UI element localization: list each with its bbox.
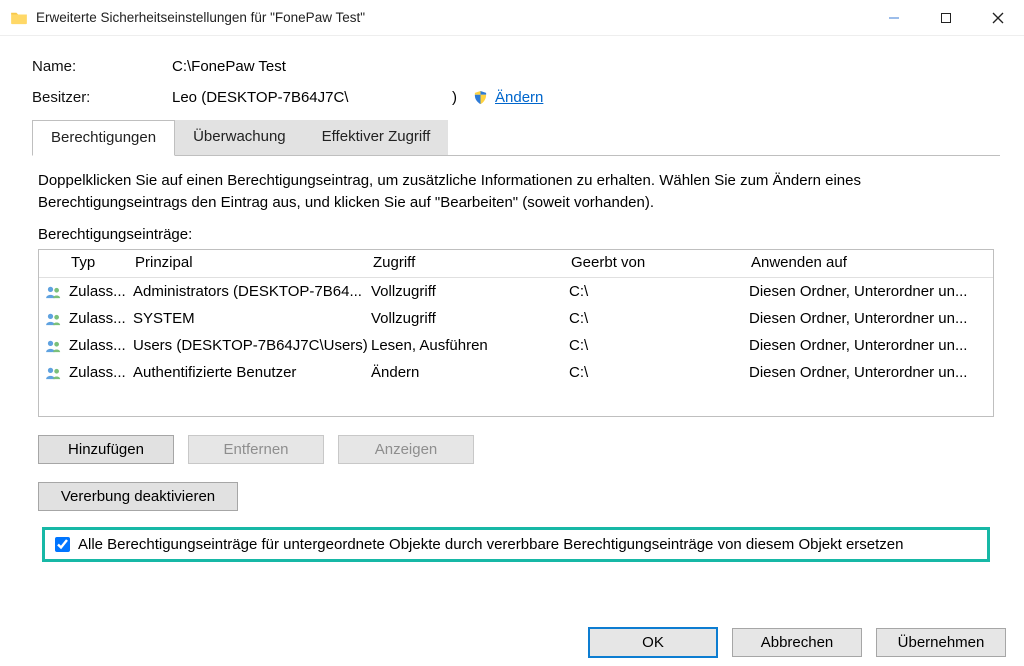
titlebar: Erweiterte Sicherheitseinstellungen für … bbox=[0, 0, 1024, 36]
cell-access: Lesen, Ausführen bbox=[371, 333, 569, 359]
name-value: C:\FonePaw Test bbox=[172, 58, 286, 75]
ok-button[interactable]: OK bbox=[588, 627, 718, 658]
cell-principal: Authentifizierte Benutzer bbox=[133, 360, 371, 386]
dialog-content: Name: C:\FonePaw Test Besitzer: Leo (DES… bbox=[0, 36, 1024, 562]
owner-close-paren: ) bbox=[452, 89, 457, 106]
table-body: Zulass... Administrators (DESKTOP-7B64..… bbox=[39, 278, 993, 416]
group-icon bbox=[45, 366, 63, 380]
owner-value: Leo (DESKTOP-7B64J7C\ bbox=[172, 89, 452, 106]
replace-permissions-label[interactable]: Alle Berechtigungseinträge für untergeor… bbox=[78, 536, 904, 553]
group-icon bbox=[45, 312, 63, 326]
header-applies[interactable]: Anwenden auf bbox=[749, 254, 993, 271]
replace-permissions-highlight: Alle Berechtigungseinträge für untergeor… bbox=[42, 527, 990, 562]
cell-access: Ändern bbox=[371, 360, 569, 386]
cell-type: Zulass... bbox=[69, 306, 133, 332]
table-header: Typ Prinzipal Zugriff Geerbt von Anwende… bbox=[39, 250, 993, 278]
header-type[interactable]: Typ bbox=[69, 254, 133, 271]
cell-applies: Diesen Ordner, Unterordner un... bbox=[749, 306, 993, 332]
minimize-button[interactable] bbox=[868, 0, 920, 35]
owner-label: Besitzer: bbox=[32, 89, 172, 106]
dialog-footer: OK Abbrechen Übernehmen bbox=[588, 618, 1024, 666]
view-button: Anzeigen bbox=[338, 435, 474, 464]
cell-applies: Diesen Ordner, Unterordner un... bbox=[749, 333, 993, 359]
owner-name: Leo (DESKTOP-7B64J7C\ bbox=[172, 89, 348, 106]
header-principal[interactable]: Prinzipal bbox=[133, 254, 371, 271]
table-row[interactable]: Zulass... Authentifizierte Benutzer Ände… bbox=[39, 359, 993, 386]
tab-effective-access[interactable]: Effektiver Zugriff bbox=[304, 120, 449, 155]
cell-principal: Administrators (DESKTOP-7B64... bbox=[133, 279, 371, 305]
group-icon bbox=[45, 285, 63, 299]
remove-button: Entfernen bbox=[188, 435, 324, 464]
folder-icon bbox=[10, 11, 28, 25]
disable-inheritance-button[interactable]: Vererbung deaktivieren bbox=[38, 482, 238, 511]
permissions-table: Typ Prinzipal Zugriff Geerbt von Anwende… bbox=[38, 249, 994, 417]
table-row[interactable]: Zulass... Users (DESKTOP-7B64J7C\Users) … bbox=[39, 332, 993, 359]
owner-row: Besitzer: Leo (DESKTOP-7B64J7C\ ) Ändern bbox=[32, 89, 1000, 106]
cell-type: Zulass... bbox=[69, 279, 133, 305]
close-button[interactable] bbox=[972, 0, 1024, 35]
inheritance-buttons: Vererbung deaktivieren bbox=[38, 482, 994, 511]
cell-access: Vollzugriff bbox=[371, 306, 569, 332]
add-button[interactable]: Hinzufügen bbox=[38, 435, 174, 464]
group-icon bbox=[45, 339, 63, 353]
cell-principal: Users (DESKTOP-7B64J7C\Users) bbox=[133, 333, 371, 359]
cell-principal: SYSTEM bbox=[133, 306, 371, 332]
cell-inherited: C:\ bbox=[569, 360, 749, 386]
entry-buttons: Hinzufügen Entfernen Anzeigen bbox=[38, 435, 994, 464]
name-row: Name: C:\FonePaw Test bbox=[32, 58, 1000, 75]
cell-access: Vollzugriff bbox=[371, 279, 569, 305]
change-owner-link[interactable]: Ändern bbox=[495, 89, 543, 106]
cell-type: Zulass... bbox=[69, 360, 133, 386]
cancel-button[interactable]: Abbrechen bbox=[732, 628, 862, 657]
tab-auditing[interactable]: Überwachung bbox=[175, 120, 304, 155]
entries-label: Berechtigungseinträge: bbox=[38, 226, 994, 243]
cell-inherited: C:\ bbox=[569, 279, 749, 305]
instruction-text: Doppelklicken Sie auf einen Berechtigung… bbox=[38, 170, 994, 214]
name-label: Name: bbox=[32, 58, 172, 75]
maximize-button[interactable] bbox=[920, 0, 972, 35]
header-access[interactable]: Zugriff bbox=[371, 254, 569, 271]
window-buttons bbox=[868, 0, 1024, 35]
cell-inherited: C:\ bbox=[569, 306, 749, 332]
apply-button[interactable]: Übernehmen bbox=[876, 628, 1006, 657]
cell-type: Zulass... bbox=[69, 333, 133, 359]
replace-permissions-checkbox[interactable] bbox=[55, 537, 70, 552]
cell-inherited: C:\ bbox=[569, 333, 749, 359]
header-inherited[interactable]: Geerbt von bbox=[569, 254, 749, 271]
cell-applies: Diesen Ordner, Unterordner un... bbox=[749, 360, 993, 386]
cell-applies: Diesen Ordner, Unterordner un... bbox=[749, 279, 993, 305]
window-title: Erweiterte Sicherheitseinstellungen für … bbox=[36, 10, 868, 25]
tabs: Berechtigungen Überwachung Effektiver Zu… bbox=[32, 120, 1000, 156]
tab-permissions[interactable]: Berechtigungen bbox=[32, 120, 175, 156]
shield-icon bbox=[473, 90, 488, 105]
table-row[interactable]: Zulass... SYSTEM Vollzugriff C:\ Diesen … bbox=[39, 305, 993, 332]
table-row[interactable]: Zulass... Administrators (DESKTOP-7B64..… bbox=[39, 278, 993, 305]
